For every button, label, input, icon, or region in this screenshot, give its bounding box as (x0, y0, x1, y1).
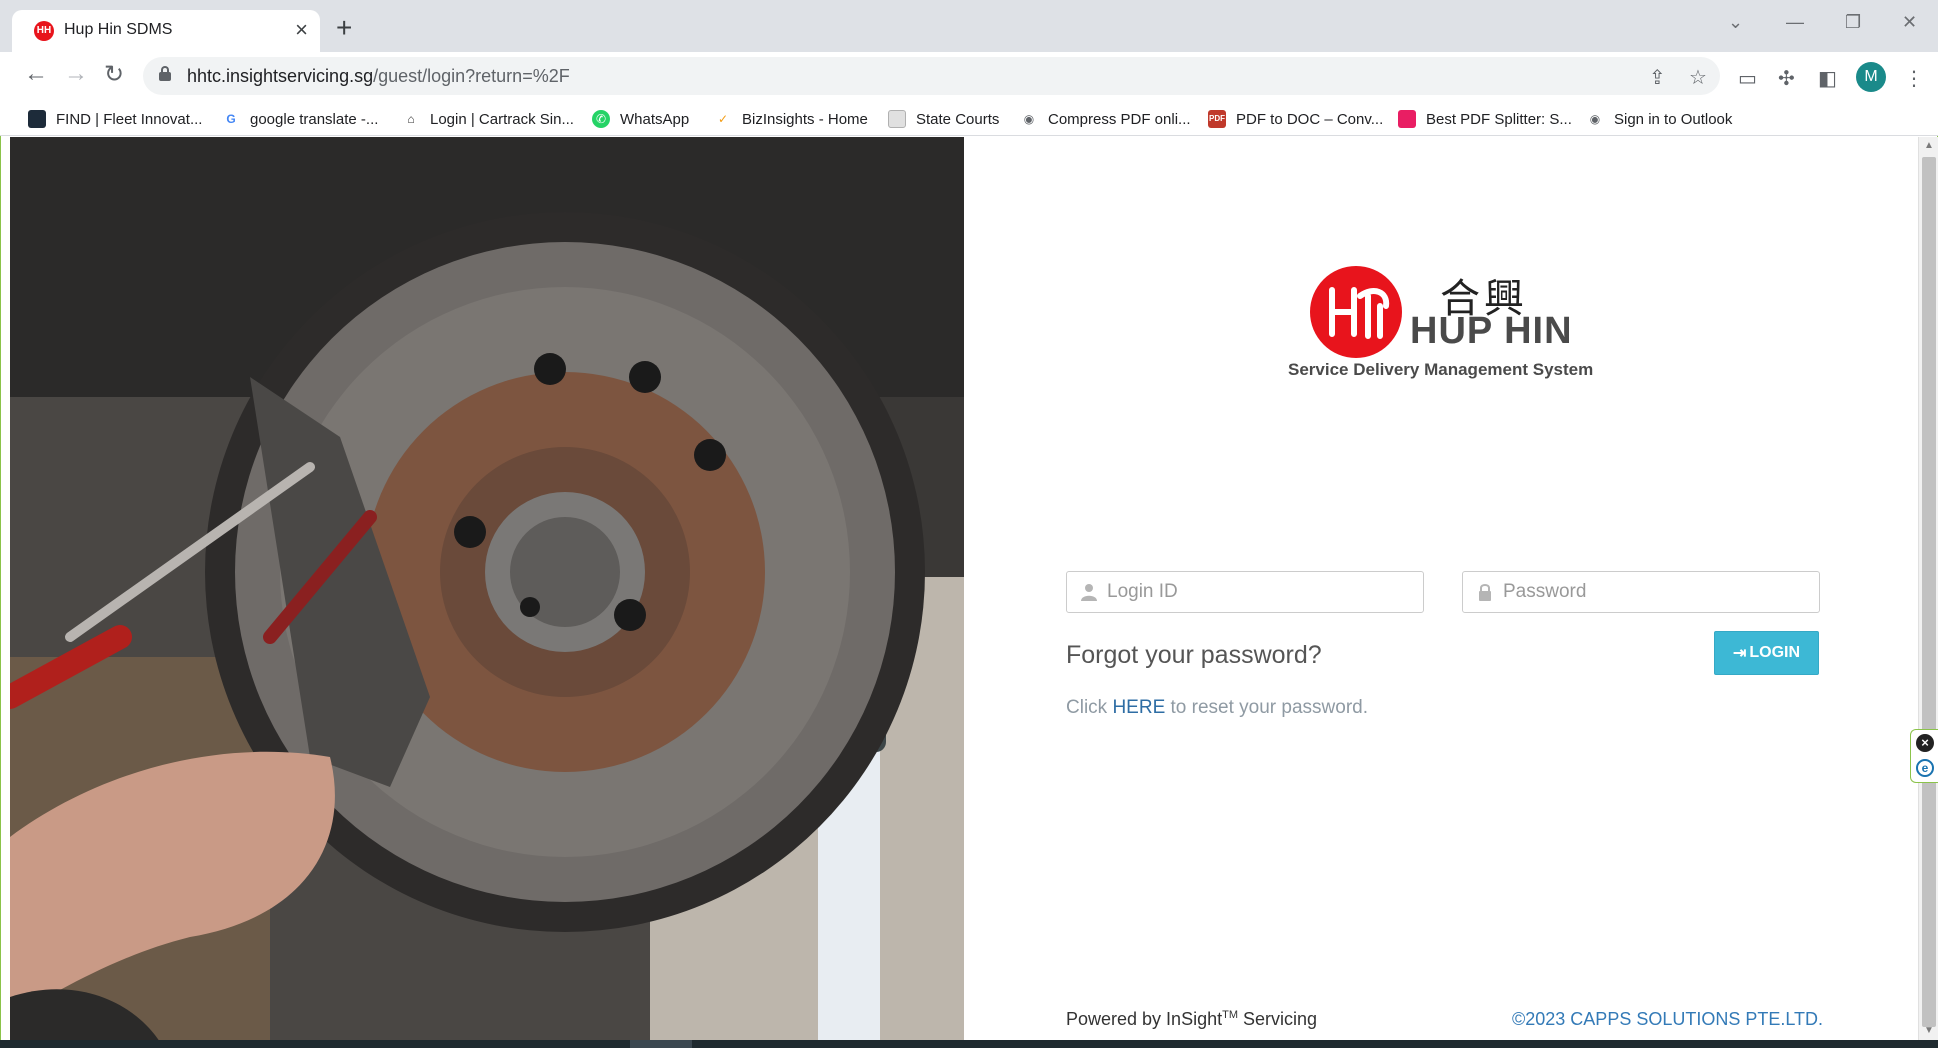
hup-hin-logo: 合興 HUP HIN Service Delivery Management S… (1288, 258, 1640, 398)
login-button-label: LOGIN (1749, 644, 1801, 661)
reset-prefix: Click (1066, 697, 1113, 718)
page-scrollbar[interactable]: ▲ ▼ (1918, 137, 1938, 1042)
profile-avatar[interactable]: M (1856, 62, 1886, 92)
user-icon (1081, 584, 1097, 601)
bookmark-item[interactable]: ⌂ Login | Cartrack Sin... (402, 108, 574, 130)
reset-password-text: Click HERE to reset your password. (1066, 697, 1368, 719)
bookmark-label: Sign in to Outlook (1614, 110, 1733, 128)
globe-icon: ◉ (1023, 112, 1035, 126)
address-bar[interactable]: hhtc.insightservicing.sg/guest/login?ret… (143, 57, 1720, 95)
extensions-icon[interactable]: ✣ (1778, 66, 1795, 91)
tab-title: Hup Hin SDMS (64, 21, 173, 38)
logo-subtitle: Service Delivery Management System (1288, 360, 1594, 379)
brake-disc-photo (10, 137, 964, 1042)
bookmark-item[interactable]: ✆ WhatsApp (592, 108, 689, 130)
minimize-button[interactable]: — (1786, 12, 1804, 33)
new-tab-button[interactable]: + (336, 12, 352, 44)
whatsapp-icon: ✆ (592, 110, 610, 128)
reset-suffix: to reset your password. (1165, 697, 1369, 718)
logo-name-text: HUP HIN (1410, 310, 1573, 352)
bookmark-star-icon[interactable]: ☆ (1689, 65, 1707, 90)
menu-icon[interactable]: ⋮ (1904, 66, 1924, 91)
trademark-sup: TM (1222, 1009, 1238, 1021)
copyright-text[interactable]: ©2023 CAPPS SOLUTIONS PTE.LTD. (1512, 1009, 1823, 1030)
scroll-up-icon[interactable]: ▲ (1924, 140, 1934, 151)
share-icon[interactable]: ⇪ (1649, 65, 1666, 90)
side-widget: × e (1910, 729, 1938, 783)
hero-image (10, 137, 964, 1042)
password-field[interactable] (1462, 571, 1820, 613)
taskbar-active-item[interactable] (630, 1040, 692, 1048)
bookmark-label: PDF to DOC – Conv... (1236, 110, 1384, 128)
globe-icon: ◉ (1589, 112, 1601, 126)
google-icon: G (226, 112, 236, 126)
find-icon (28, 110, 46, 128)
bookmark-item[interactable]: ◉ Compress PDF onli... (1020, 108, 1191, 130)
lock-icon (1479, 584, 1491, 601)
powered-by-text: Powered by InSightTM Servicing (1066, 1009, 1317, 1030)
forgot-password-heading: Forgot your password? (1066, 641, 1322, 669)
state-courts-icon (888, 110, 906, 128)
tab-search-icon[interactable]: ⌄ (1728, 12, 1743, 33)
login-button[interactable]: ⇥ LOGIN (1714, 631, 1819, 675)
lock-icon (159, 66, 171, 81)
bookmark-item[interactable]: Ggoogle translate -... (222, 108, 378, 130)
bookmark-item[interactable]: PDF PDF to DOC – Conv... (1208, 108, 1383, 130)
logo-emblem-icon (1310, 266, 1402, 358)
login-id-input[interactable] (1107, 572, 1407, 612)
url-text[interactable]: hhtc.insightservicing.sg/guest/login?ret… (187, 66, 570, 87)
bookmark-item[interactable]: State Courts (888, 108, 999, 130)
bookmark-label: google translate -... (250, 110, 379, 128)
bookmarks-bar: FIND | Fleet Innovat... Ggoogle translat… (0, 102, 1938, 136)
bookmark-label: Best PDF Splitter: S... (1426, 110, 1572, 128)
bookmark-label: FIND | Fleet Innovat... (56, 110, 203, 128)
sign-in-icon: ⇥ (1732, 645, 1747, 662)
login-id-field[interactable] (1066, 571, 1424, 613)
taskbar (0, 1040, 1938, 1048)
browser-tab[interactable]: HH Hup Hin SDMS × (12, 10, 320, 52)
tab-close-icon[interactable]: × (295, 17, 308, 43)
bookmark-label: BizInsights - Home (742, 110, 868, 128)
bookmark-label: Compress PDF onli... (1048, 110, 1191, 128)
restore-button[interactable]: ❐ (1845, 12, 1861, 33)
browser-toolbar: ← → ↻ hhtc.insightservicing.sg/guest/log… (0, 52, 1938, 102)
url-path: /guest/login?return=%2F (373, 66, 570, 86)
window-close-button[interactable]: ✕ (1902, 12, 1917, 33)
bookmark-item[interactable]: FIND | Fleet Innovat... (28, 108, 202, 130)
scrollbar-thumb[interactable] (1922, 157, 1936, 1027)
cartrack-icon: ⌂ (407, 112, 415, 126)
bookmark-item[interactable]: Best PDF Splitter: S... (1398, 108, 1572, 130)
pdf-doc-icon: PDF (1208, 110, 1226, 128)
widget-e-icon[interactable]: e (1916, 759, 1934, 777)
reload-button[interactable]: ↻ (104, 60, 124, 89)
forward-button[interactable]: → (64, 60, 88, 88)
pdf-splitter-icon (1398, 110, 1416, 128)
password-input[interactable] (1503, 572, 1803, 612)
reset-here-link[interactable]: HERE (1112, 697, 1165, 718)
bizinsights-icon: ✓ (717, 112, 729, 126)
close-widget-icon[interactable]: × (1916, 734, 1934, 752)
bookmark-label: State Courts (916, 110, 1000, 128)
tab-favicon-icon: HH (34, 21, 54, 41)
powered-suffix: Servicing (1237, 1009, 1318, 1029)
bookmark-label: WhatsApp (620, 110, 690, 128)
back-button[interactable]: ← (24, 60, 48, 88)
scroll-down-icon[interactable]: ▼ (1924, 1025, 1934, 1036)
tab-strip: HH Hup Hin SDMS × + ⌄ — ❐ ✕ (0, 0, 1938, 52)
bookmark-item[interactable]: ◉ Sign in to Outlook (1586, 108, 1733, 130)
bookmark-item[interactable]: ✓ BizInsights - Home (714, 108, 868, 130)
url-host: hhtc.insightservicing.sg (187, 66, 374, 86)
powered-prefix: Powered by InSight (1066, 1009, 1223, 1029)
cast-icon[interactable]: ▭ (1738, 66, 1757, 91)
bookmark-label: Login | Cartrack Sin... (430, 110, 574, 128)
side-panel-icon[interactable]: ◧ (1818, 66, 1837, 91)
